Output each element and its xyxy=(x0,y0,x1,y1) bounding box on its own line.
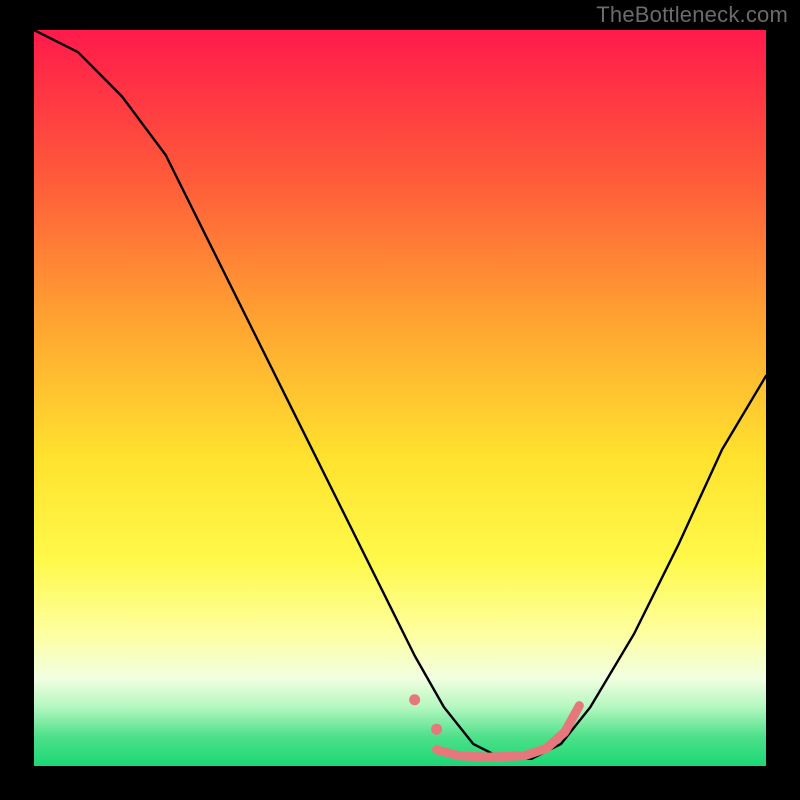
watermark-text: TheBottleneck.com xyxy=(596,2,788,28)
gradient-background xyxy=(34,30,766,766)
chart-frame: TheBottleneck.com xyxy=(0,0,800,800)
chart-svg xyxy=(34,30,766,766)
highlight-dot xyxy=(431,724,442,735)
highlight-dot xyxy=(409,694,420,705)
plot-area xyxy=(34,30,766,766)
